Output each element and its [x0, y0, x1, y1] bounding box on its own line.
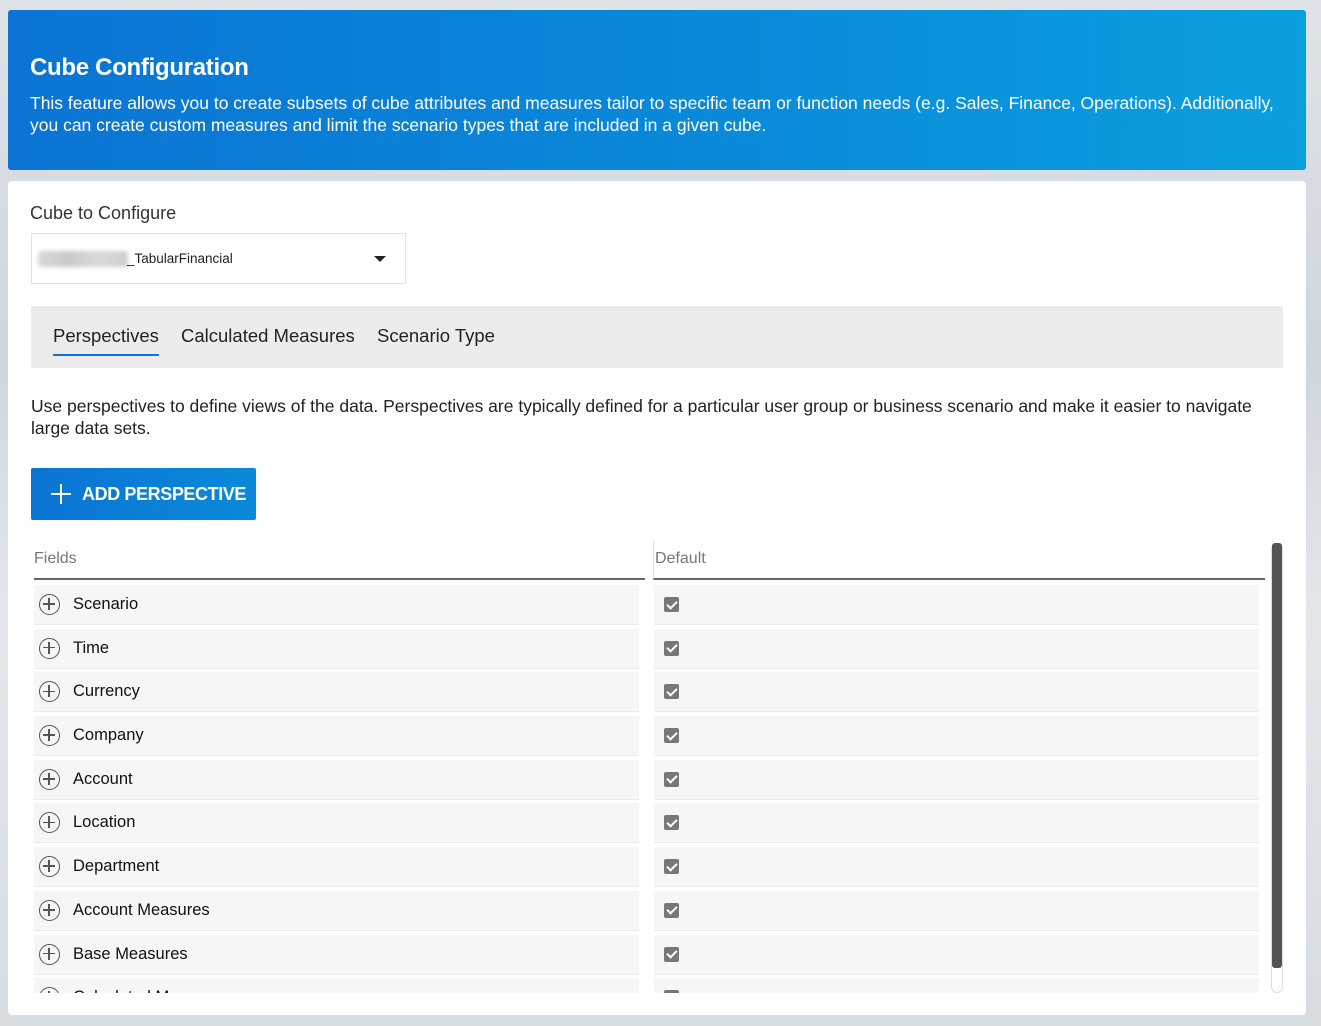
table-row[interactable]: Location	[34, 803, 1266, 847]
default-cell	[654, 934, 1259, 975]
field-cell: Company	[34, 716, 639, 757]
default-cell	[654, 585, 1259, 625]
grid-rows: Scenario Time Currency Company Account Locati…	[34, 585, 1266, 993]
default-cell	[654, 847, 1259, 888]
table-row[interactable]: Account	[34, 759, 1266, 804]
default-cell	[654, 890, 1259, 931]
plus-circle-icon[interactable]	[39, 943, 60, 965]
tab-bar: Perspectives Calculated Measures Scenari…	[31, 306, 1283, 368]
field-label: Base Measures	[73, 944, 188, 963]
field-cell: Base Measures	[34, 934, 639, 975]
redacted-prefix	[38, 251, 128, 267]
caret-down-icon[interactable]	[374, 256, 386, 262]
page-description: This feature allows you to create subset…	[30, 93, 1274, 135]
field-label: Currency	[73, 682, 140, 701]
checkbox-checked-icon[interactable]	[664, 597, 679, 612]
checkbox-checked-icon[interactable]	[664, 902, 679, 918]
field-label: Location	[73, 813, 136, 832]
column-header-fields[interactable]: Fields	[34, 541, 645, 580]
default-cell	[654, 978, 1259, 993]
perspectives-description: Use perspectives to define views of the …	[31, 396, 1252, 438]
field-label: Time	[73, 638, 110, 657]
default-cell	[654, 672, 1259, 713]
field-label: Company	[73, 726, 144, 745]
table-row[interactable]: Scenario	[34, 585, 1266, 629]
checkbox-checked-icon[interactable]	[664, 946, 679, 962]
field-cell: Account	[34, 759, 639, 800]
default-cell	[654, 803, 1259, 844]
plus-circle-icon[interactable]	[39, 681, 60, 703]
tab-perspectives[interactable]: Perspectives	[53, 325, 159, 356]
field-cell: Department	[34, 847, 639, 888]
table-row[interactable]: Department	[34, 847, 1266, 891]
plus-circle-icon[interactable]	[39, 594, 60, 615]
checkbox-checked-icon[interactable]	[664, 859, 679, 875]
cube-select-label: Cube to Configure	[30, 203, 177, 223]
add-perspective-label: ADD PERSPECTIVE	[82, 483, 247, 504]
page-header: Cube Configuration This feature allows y…	[8, 10, 1306, 170]
default-cell	[654, 628, 1259, 669]
plus-circle-icon[interactable]	[39, 899, 60, 921]
plus-circle-icon[interactable]	[39, 856, 60, 878]
checkbox-checked-icon[interactable]	[664, 990, 679, 993]
column-header-default[interactable]: Default	[653, 541, 1265, 580]
cube-select[interactable]: _TabularFinancial	[31, 233, 406, 284]
plus-circle-icon[interactable]	[39, 768, 60, 790]
configuration-panel: Cube to Configure _TabularFinancial Pers…	[8, 181, 1306, 1015]
checkbox-checked-icon[interactable]	[664, 640, 679, 656]
field-label: Account	[73, 769, 133, 788]
plus-icon	[51, 484, 71, 504]
tab-scenario-type[interactable]: Scenario Type	[377, 325, 495, 354]
field-label: Calculated Measures	[73, 988, 228, 993]
field-cell: Calculated Measures	[34, 978, 639, 993]
cube-select-value: _TabularFinancial	[127, 251, 233, 266]
plus-circle-icon[interactable]	[39, 725, 60, 747]
table-row[interactable]: Account Measures	[34, 890, 1266, 935]
grid-scrollbar[interactable]	[1271, 543, 1283, 993]
page-title: Cube Configuration	[30, 54, 249, 81]
field-label: Scenario	[73, 595, 139, 613]
default-cell	[654, 759, 1259, 800]
table-row[interactable]: Company	[34, 716, 1266, 760]
field-cell: Location	[34, 803, 639, 844]
checkbox-checked-icon[interactable]	[664, 771, 679, 787]
table-row[interactable]: Time	[34, 628, 1266, 673]
default-cell	[654, 716, 1259, 757]
table-row[interactable]: Calculated Measures	[34, 978, 1266, 993]
field-label: Department	[73, 857, 160, 876]
plus-circle-icon[interactable]	[39, 987, 60, 993]
checkbox-checked-icon[interactable]	[664, 728, 679, 744]
plus-circle-icon[interactable]	[39, 637, 60, 659]
field-cell: Currency	[34, 672, 639, 713]
table-row[interactable]: Currency	[34, 672, 1266, 716]
field-cell: Account Measures	[34, 890, 639, 931]
scrollbar-thumb[interactable]	[1272, 543, 1282, 968]
table-row[interactable]: Base Measures	[34, 934, 1266, 979]
field-label: Account Measures	[73, 900, 210, 919]
plus-circle-icon[interactable]	[39, 812, 60, 834]
tab-calculated-measures[interactable]: Calculated Measures	[181, 325, 355, 354]
perspective-grid: Fields Default Scenario Time Currency Compa…	[34, 541, 1284, 993]
field-cell: Scenario	[34, 585, 639, 625]
checkbox-checked-icon[interactable]	[664, 815, 679, 831]
checkbox-checked-icon[interactable]	[664, 684, 679, 700]
add-perspective-button[interactable]: ADD PERSPECTIVE	[31, 468, 256, 520]
field-cell: Time	[34, 628, 639, 669]
